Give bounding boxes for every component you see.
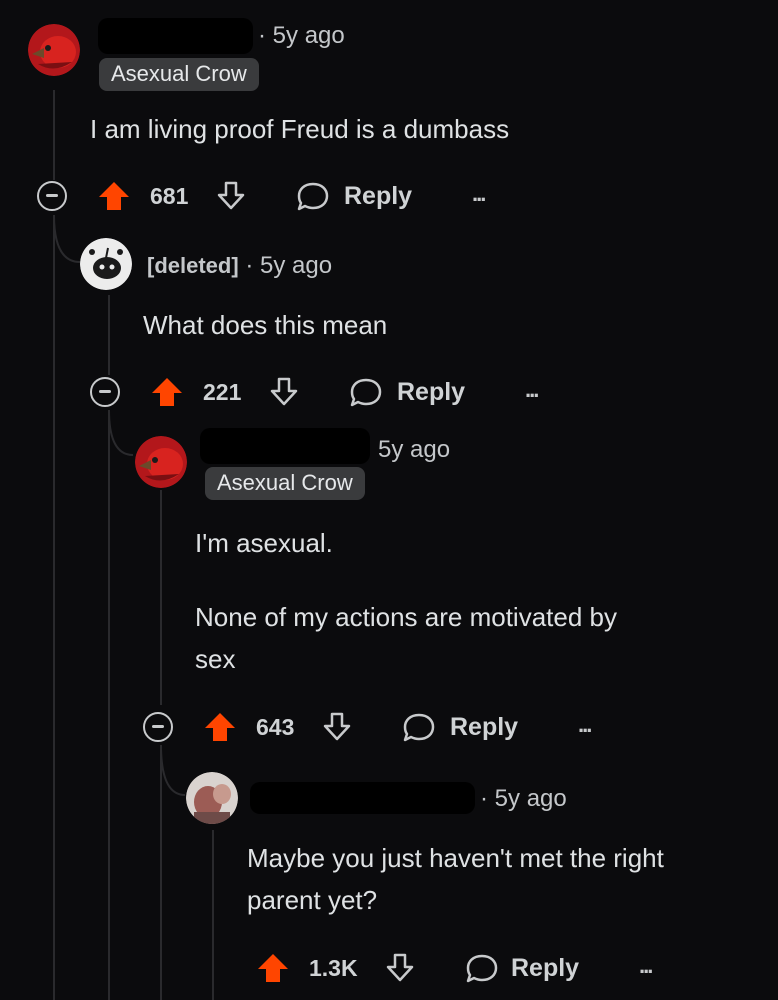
reply-bubble-icon[interactable] [296,181,330,213]
comment-time: · 5y ago [258,22,345,49]
comment-body: What does this mean [143,304,387,346]
comment-line: sex [195,644,236,674]
comment-line: I'm asexual. [195,528,333,558]
comment-body: I am living proof Freud is a dumbass [90,108,509,150]
time-text: 5y ago [378,436,451,463]
downvote-arrow-icon[interactable] [215,180,247,212]
username[interactable]: [deleted] [147,253,239,278]
upvote-arrow-icon[interactable] [150,376,184,408]
comment-username-time: [deleted] · 5y ago [147,252,333,279]
time-text: 5y ago [260,252,333,279]
more-options-icon[interactable]: ... [472,176,486,212]
collapse-icon[interactable] [143,712,173,742]
upvote-arrow-icon[interactable] [97,180,131,212]
time-text: 5y ago [272,22,345,49]
deleted-user-avatar-icon[interactable] [80,238,132,290]
time-text: 5y ago [494,785,567,812]
reply-button[interactable]: Reply [450,707,518,747]
more-options-icon[interactable]: ... [639,948,653,984]
reply-button[interactable]: Reply [511,948,579,988]
vote-count: 681 [150,183,189,209]
redacted-username [200,428,370,464]
comment-line: Maybe you just haven't met the right [247,843,664,873]
comment-time: · 5y ago [480,785,567,812]
reply-button[interactable]: Reply [344,176,412,216]
comment-actions: 681 Reply ... [37,176,507,216]
vote-count: 1.3K [309,955,358,981]
downvote-arrow-icon[interactable] [384,952,416,984]
comment-line: I am living proof Freud is a dumbass [90,114,510,144]
redacted-username [98,18,253,54]
comment-actions: 643 Reply ... [143,707,613,747]
user-flair: Asexual Crow [99,58,259,91]
downvote-arrow-icon[interactable] [321,711,353,743]
comment-line [195,564,617,596]
user-flair: Asexual Crow [205,467,365,500]
comment-line: What does this mean [143,310,388,340]
comment-actions: 1.3K Reply ... [196,948,666,988]
user-photo-avatar-icon[interactable] [186,772,238,824]
comment-line: None of my actions are motivated by [195,602,617,632]
collapse-icon[interactable] [37,181,67,211]
redacted-username [250,782,475,814]
comment-body: Maybe you just haven't met the right par… [247,837,664,921]
reply-bubble-icon[interactable] [349,377,383,409]
comment-actions: 221 Reply ... [90,372,560,412]
vote-count: 221 [203,379,242,405]
crow-avatar-icon[interactable] [135,436,187,488]
more-options-icon[interactable]: ... [578,707,592,743]
comment-line: parent yet? [247,885,378,915]
reply-bubble-icon[interactable] [402,712,436,744]
vote-count: 643 [256,714,295,740]
reply-button[interactable]: Reply [397,372,465,412]
reply-bubble-icon[interactable] [465,953,499,985]
upvote-arrow-icon[interactable] [203,711,237,743]
more-options-icon[interactable]: ... [525,372,539,408]
collapse-icon[interactable] [90,377,120,407]
comment-body: I'm asexual. None of my actions are moti… [195,522,617,680]
downvote-arrow-icon[interactable] [268,376,300,408]
crow-avatar-icon[interactable] [28,24,80,76]
upvote-arrow-icon[interactable] [256,952,290,984]
comment-time: 5y ago [378,436,450,464]
